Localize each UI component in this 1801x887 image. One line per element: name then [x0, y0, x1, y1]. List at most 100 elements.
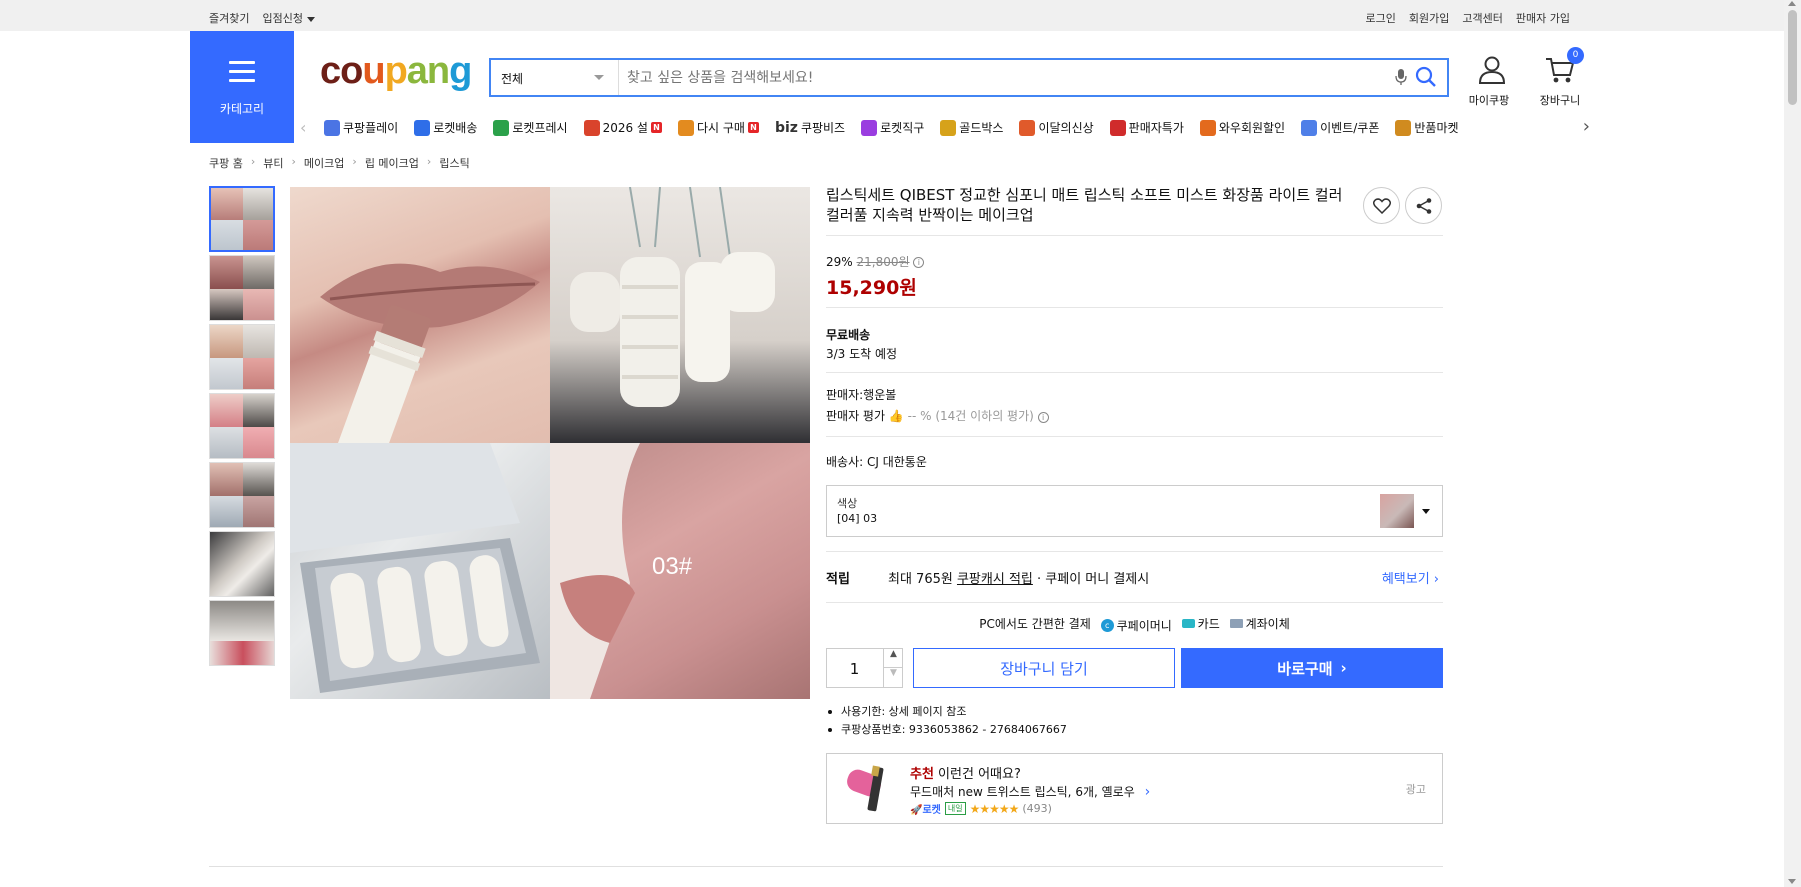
category-nav-item[interactable]: biz 쿠팡비즈: [775, 119, 845, 136]
quantity-stepper: 1 ▲ ▼: [826, 648, 903, 688]
bank-icon: [1229, 619, 1243, 628]
coupang-logo[interactable]: coupang: [320, 50, 472, 93]
category-nav-label: 쿠팡비즈: [800, 121, 846, 135]
coupang-cash-link[interactable]: 쿠팡캐시 적립: [957, 572, 1033, 587]
customer-center-link[interactable]: 고객센터: [1462, 10, 1502, 26]
caret-down-icon: [1422, 509, 1430, 514]
recommended-product-meta: 🚀로켓 내일 ★★★★★ (493): [910, 801, 1052, 817]
product-thumbnail[interactable]: [209, 186, 275, 252]
product-notes: 사용기한: 상세 페이지 참조 쿠팡상품번호: 9336053862 - 276…: [826, 703, 1067, 739]
my-coupang-button[interactable]: 마이쿠팡: [1469, 55, 1514, 108]
microphone-icon[interactable]: [1395, 68, 1407, 89]
seller-name[interactable]: 판매자:행운볼: [826, 385, 1049, 406]
info-icon[interactable]: i: [1037, 412, 1049, 423]
quantity-down-button[interactable]: ▼: [883, 668, 903, 687]
breadcrumb-item[interactable]: 립스틱: [439, 155, 469, 171]
category-nav-item[interactable]: 와우회원할인: [1199, 119, 1285, 136]
category-nav-label: 반품마켓: [1414, 121, 1459, 135]
product-thumbnail[interactable]: [209, 462, 275, 528]
seller-rating-value: -- % (14건 이하의 평가): [907, 409, 1034, 423]
product-thumbnails: [209, 186, 275, 669]
category-nav-label: 골드박스: [959, 121, 1004, 135]
category-menu-button[interactable]: 카테고리: [190, 31, 294, 143]
login-link[interactable]: 로그인: [1366, 10, 1396, 26]
category-nav-item[interactable]: 판매자특가: [1109, 119, 1184, 136]
box-illustration: [290, 443, 540, 693]
category-nav-item[interactable]: 다시 구매 N: [677, 119, 759, 136]
add-to-cart-button[interactable]: 장바구니 담기: [913, 648, 1175, 688]
price-box: 29% 21,800원 i 15,290원: [826, 253, 925, 300]
product-thumbnail[interactable]: [209, 393, 275, 459]
rocket-delivery-badge: 🚀로켓: [910, 801, 941, 816]
buy-now-button[interactable]: 바로구매 ›: [1181, 648, 1443, 688]
category-nav-item[interactable]: 이벤트/쿠폰: [1301, 119, 1379, 136]
pay-method-label: 쿠페이머니: [1116, 619, 1172, 633]
scroll-up-icon[interactable]: [1788, 1, 1796, 6]
breadcrumb-item[interactable]: 쿠팡 홈: [209, 155, 243, 171]
recommendation-card[interactable]: 추천 이런건 어때요? 무드매처 new 트위스트 립스틱, 6개, 옐로우 ›…: [826, 753, 1443, 824]
benefits-link[interactable]: 혜택보기 ›: [1382, 568, 1439, 587]
seller-signup-link[interactable]: 판매자 가입: [1516, 10, 1570, 26]
product-thumbnail[interactable]: [209, 255, 275, 321]
tomorrow-badge: 내일: [944, 802, 966, 815]
pay-method: 계좌이체: [1229, 615, 1290, 632]
search-icon[interactable]: [1415, 66, 1437, 91]
share-icon: [1416, 197, 1431, 214]
recommended-product-title[interactable]: 무드매처 new 트위스트 립스틱, 6개, 옐로우 ›: [910, 783, 1150, 800]
scrollbar-thumb[interactable]: [1788, 10, 1797, 105]
recommend-title-text: 무드매처 new 트위스트 립스틱, 6개, 옐로우: [910, 785, 1135, 799]
category-nav-item[interactable]: 반품마켓: [1395, 119, 1459, 136]
category-nav-label: 로켓직구: [880, 121, 925, 135]
logo-part: u: [362, 50, 385, 92]
seller-rating-label: 판매자 평가: [826, 409, 886, 423]
option-swatch-thumbnail: [1380, 494, 1414, 528]
search-input[interactable]: [627, 68, 1387, 88]
top-utility-bar: 즐겨찾기 입점신청 로그인 회원가입 고객센터 판매자 가입: [0, 0, 1784, 31]
color-option-select[interactable]: 색상 [04] 03: [826, 485, 1443, 537]
product-thumbnail[interactable]: [209, 531, 275, 597]
divider: [826, 602, 1443, 603]
page-scrollbar[interactable]: [1784, 0, 1801, 887]
category-nav-item[interactable]: 골드박스: [940, 119, 1003, 136]
scroll-down-icon[interactable]: [1788, 879, 1796, 884]
share-button[interactable]: [1405, 187, 1442, 224]
rocket-label: 로켓: [922, 805, 941, 816]
chevron-right-icon[interactable]: ›: [1583, 116, 1590, 137]
partner-apply-link[interactable]: 입점신청: [262, 10, 315, 26]
category-nav-item[interactable]: 로켓직구: [861, 119, 924, 136]
product-thumbnail[interactable]: [209, 600, 275, 666]
search-category-select[interactable]: 전체: [491, 60, 619, 95]
product-main-image[interactable]: 03#: [290, 187, 810, 699]
wishlist-button[interactable]: [1363, 187, 1400, 224]
review-count: (493): [1022, 802, 1052, 815]
cart-button[interactable]: 0 장바구니: [1535, 47, 1585, 108]
bookmark-link[interactable]: 즐겨찾기: [209, 10, 249, 26]
quantity-input[interactable]: 1: [827, 660, 882, 678]
biz-icon: biz: [774, 119, 798, 136]
category-nav-item[interactable]: 로켓프레시: [493, 119, 568, 136]
rating-stars: ★★★★★: [969, 801, 1020, 816]
chevron-right-icon: ›: [1144, 784, 1151, 800]
product-thumbnail[interactable]: [209, 324, 275, 390]
divider: [826, 372, 1443, 373]
breadcrumb-item[interactable]: 립 메이크업: [365, 155, 419, 171]
category-nav-item[interactable]: 2026 설N: [583, 119, 662, 136]
divider: [826, 551, 1443, 552]
category-nav-item[interactable]: 쿠팡플레이: [324, 119, 398, 136]
original-price: 21,800원: [856, 255, 910, 269]
chevron-left-icon[interactable]: ‹: [300, 118, 306, 137]
lipstick-box-photo: [290, 443, 550, 699]
category-nav-item[interactable]: 로켓배송: [414, 119, 477, 136]
category-nav-label: 로켓프레시: [512, 121, 568, 135]
category-nav: ‹ 쿠팡플레이 로켓배송 로켓프레시 2026 설 N 다시 구매 N biz 쿠팡비즈 로켓직구…: [300, 116, 1590, 140]
breadcrumb-item[interactable]: 메이크업: [304, 155, 344, 171]
category-nav-item[interactable]: 이달의신상: [1019, 119, 1094, 136]
chevron-right-icon: ›: [1340, 659, 1347, 677]
goldbox-icon: [940, 119, 957, 136]
quantity-up-button[interactable]: ▲: [883, 649, 903, 668]
signup-link[interactable]: 회원가입: [1409, 10, 1449, 26]
wow-icon: [1199, 119, 1216, 136]
breadcrumb-item[interactable]: 뷰티: [263, 155, 283, 171]
info-icon[interactable]: i: [913, 257, 925, 268]
shipping-type: 무료배송: [826, 328, 871, 342]
